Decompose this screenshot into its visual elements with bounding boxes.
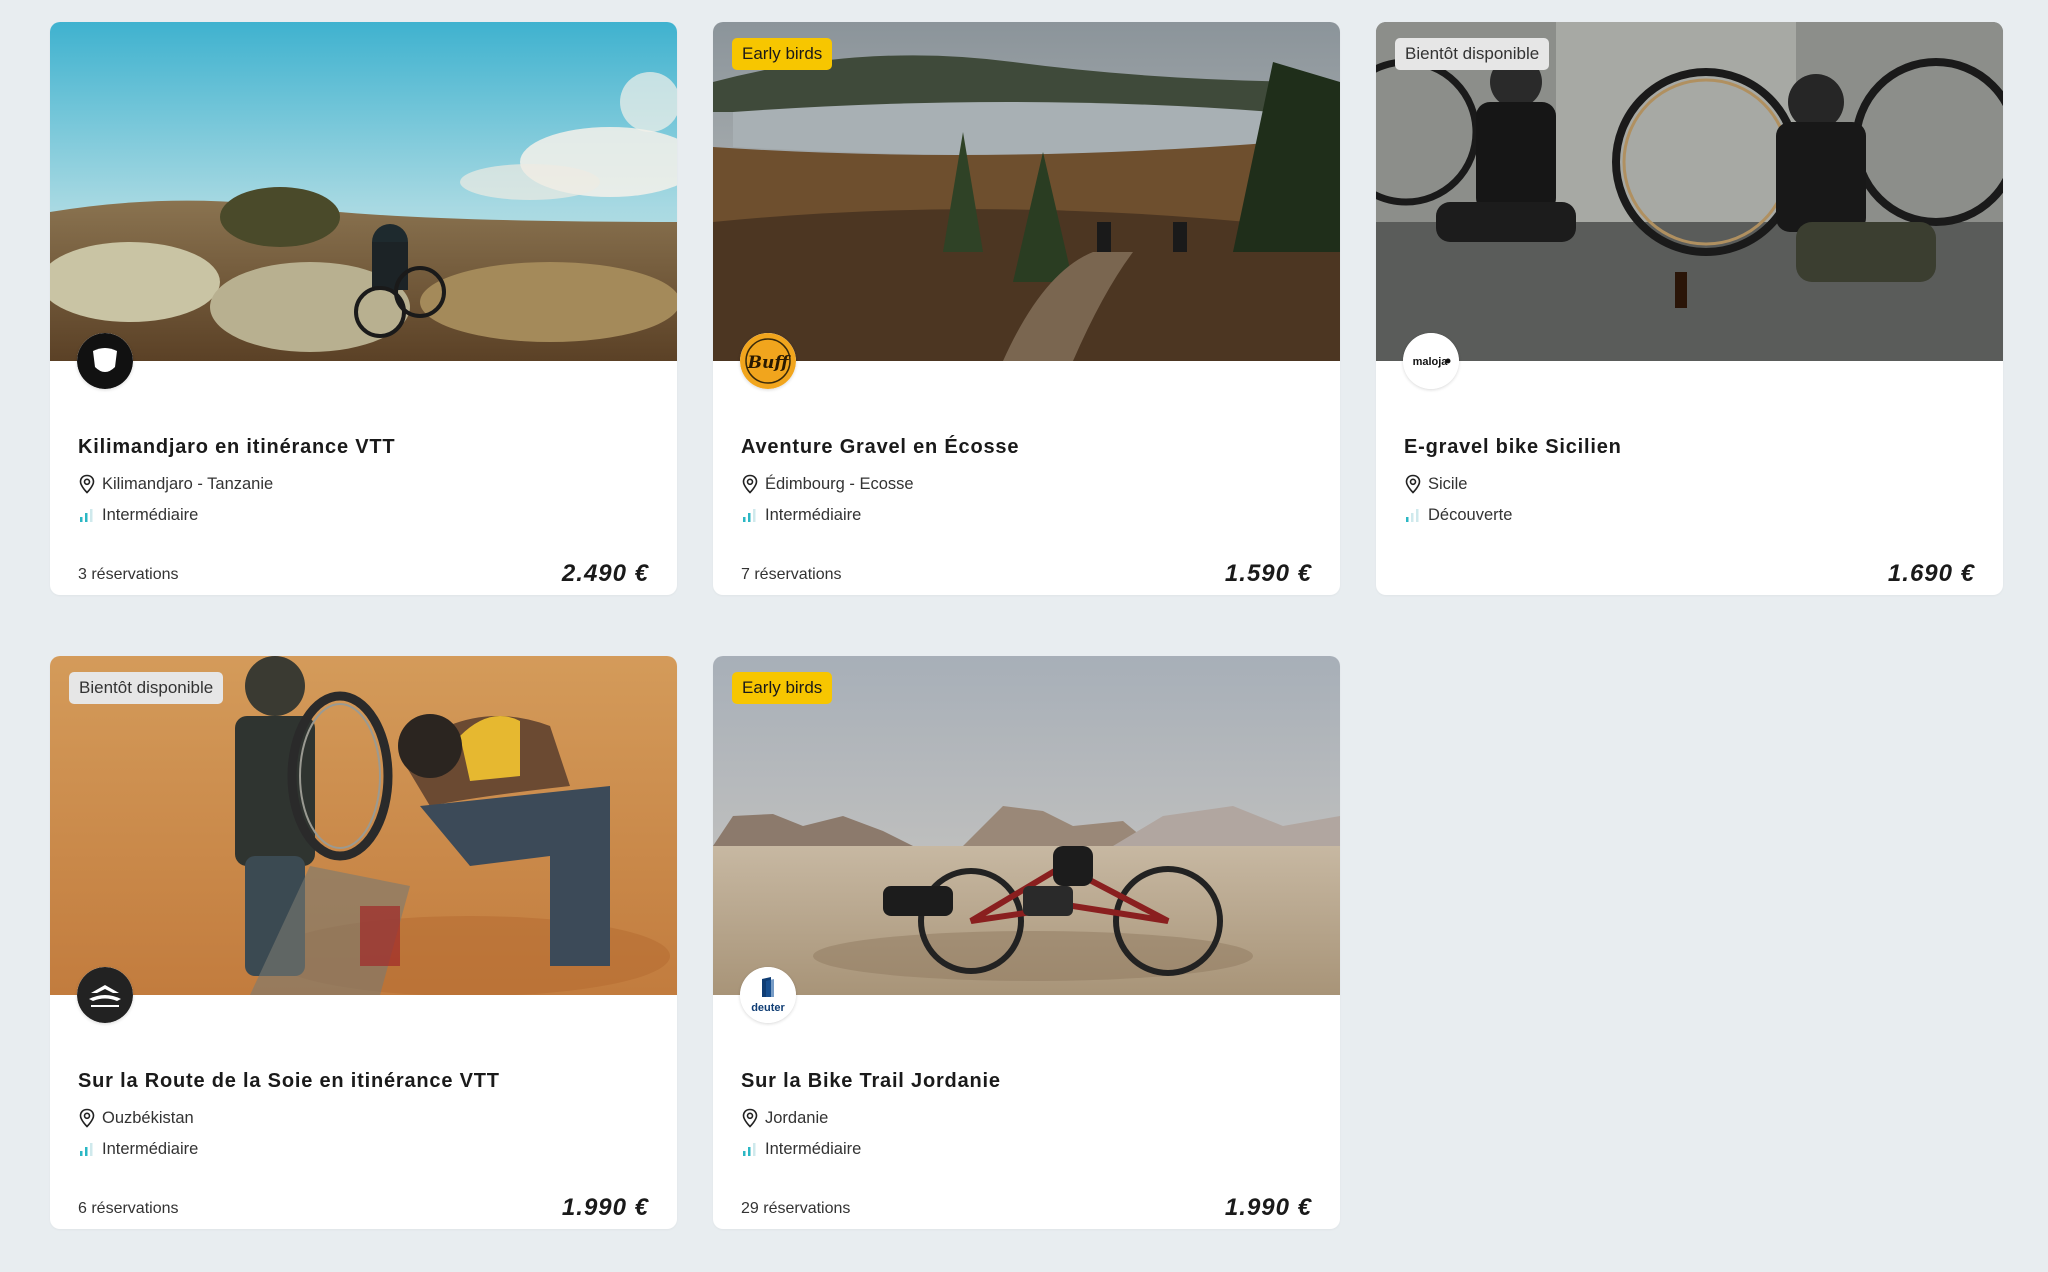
- map-pin-icon: [1404, 474, 1422, 494]
- trip-price: 1.990 €: [1224, 1194, 1312, 1221]
- level-bars-icon: [741, 1139, 759, 1159]
- location-text: Kilimandjaro - Tanzanie: [102, 474, 274, 493]
- trip-card[interactable]: Kilimandjaro en itinérance VTT Kilimandj…: [50, 22, 677, 595]
- location-text: Jordanie: [765, 1108, 829, 1127]
- level-bars-icon: [1404, 505, 1422, 525]
- trip-card[interactable]: Bientôt disponible Sur la Route de la So…: [50, 656, 677, 1229]
- trip-title: E-gravel bike Sicilien: [1404, 436, 1622, 458]
- early-birds-badge: Early birds: [732, 38, 833, 70]
- level-text: Intermédiaire: [765, 1139, 862, 1158]
- trip-photo: [50, 22, 677, 361]
- trip-level: Intermédiaire: [78, 1139, 198, 1159]
- trip-card[interactable]: Early birds deuter Sur la Bike Trail Jor…: [713, 656, 1340, 1229]
- trip-photo: [713, 656, 1340, 995]
- trip-title: Sur la Bike Trail Jordanie: [741, 1070, 1001, 1092]
- reservations-count: 7 réservations: [741, 566, 842, 583]
- map-pin-icon: [78, 1108, 96, 1128]
- trip-level: Intermédiaire: [78, 505, 198, 525]
- level-text: Intermédiaire: [765, 505, 862, 524]
- location-text: Sicile: [1428, 474, 1468, 493]
- location-text: Ouzbékistan: [102, 1108, 194, 1127]
- trip-level: Intermédiaire: [741, 1139, 861, 1159]
- partner-logo: [77, 333, 133, 389]
- buff-logo-text: Buff: [747, 353, 792, 373]
- partner-logo: Buff: [740, 333, 796, 389]
- trip-card[interactable]: Early birds Buff Aventure Gravel en Écos…: [713, 22, 1340, 595]
- deuter-logo-text: deuter: [751, 1002, 785, 1014]
- trips-grid: Kilimandjaro en itinérance VTT Kilimandj…: [0, 0, 2048, 1272]
- partner-logo: [77, 967, 133, 1023]
- level-text: Découverte: [1428, 505, 1513, 524]
- level-bars-icon: [78, 505, 96, 525]
- level-text: Intermédiaire: [102, 505, 199, 524]
- map-pin-icon: [741, 474, 759, 494]
- trip-title: Kilimandjaro en itinérance VTT: [78, 436, 396, 458]
- level-bars-icon: [78, 1139, 96, 1159]
- trip-photo: [50, 656, 677, 995]
- trip-title: Aventure Gravel en Écosse: [741, 436, 1020, 458]
- trip-location: Ouzbékistan: [78, 1108, 194, 1128]
- early-birds-badge: Early birds: [732, 672, 833, 704]
- trip-card[interactable]: Bientôt disponible maloja E-gravel bike …: [1376, 22, 2003, 595]
- coming-soon-badge: Bientôt disponible: [1395, 38, 1550, 70]
- level-bars-icon: [741, 505, 759, 525]
- trip-location: Jordanie: [741, 1108, 828, 1128]
- trip-title: Sur la Route de la Soie en itinérance VT…: [78, 1070, 500, 1092]
- reservations-count: 29 réservations: [741, 1200, 851, 1217]
- trip-location: Sicile: [1404, 474, 1467, 494]
- trip-price: 2.490 €: [561, 560, 649, 587]
- trip-location: Édimbourg - Ecosse: [741, 474, 914, 494]
- maloja-logo-text: maloja: [1413, 356, 1449, 368]
- map-pin-icon: [78, 474, 96, 494]
- trip-price: 1.990 €: [561, 1194, 649, 1221]
- trip-photo: [713, 22, 1340, 361]
- trip-level: Intermédiaire: [741, 505, 861, 525]
- level-text: Intermédiaire: [102, 1139, 199, 1158]
- reservations-count: 3 réservations: [78, 566, 179, 583]
- reservations-count: 6 réservations: [78, 1200, 179, 1217]
- trip-level: Découverte: [1404, 505, 1512, 525]
- trip-photo: [1376, 22, 2003, 361]
- partner-logo: maloja: [1403, 333, 1459, 389]
- partner-logo: deuter: [740, 967, 796, 1023]
- coming-soon-badge: Bientôt disponible: [69, 672, 224, 704]
- trip-location: Kilimandjaro - Tanzanie: [78, 474, 273, 494]
- map-pin-icon: [741, 1108, 759, 1128]
- trip-price: 1.690 €: [1887, 560, 1975, 587]
- trip-price: 1.590 €: [1224, 560, 1312, 587]
- location-text: Édimbourg - Ecosse: [765, 474, 914, 493]
